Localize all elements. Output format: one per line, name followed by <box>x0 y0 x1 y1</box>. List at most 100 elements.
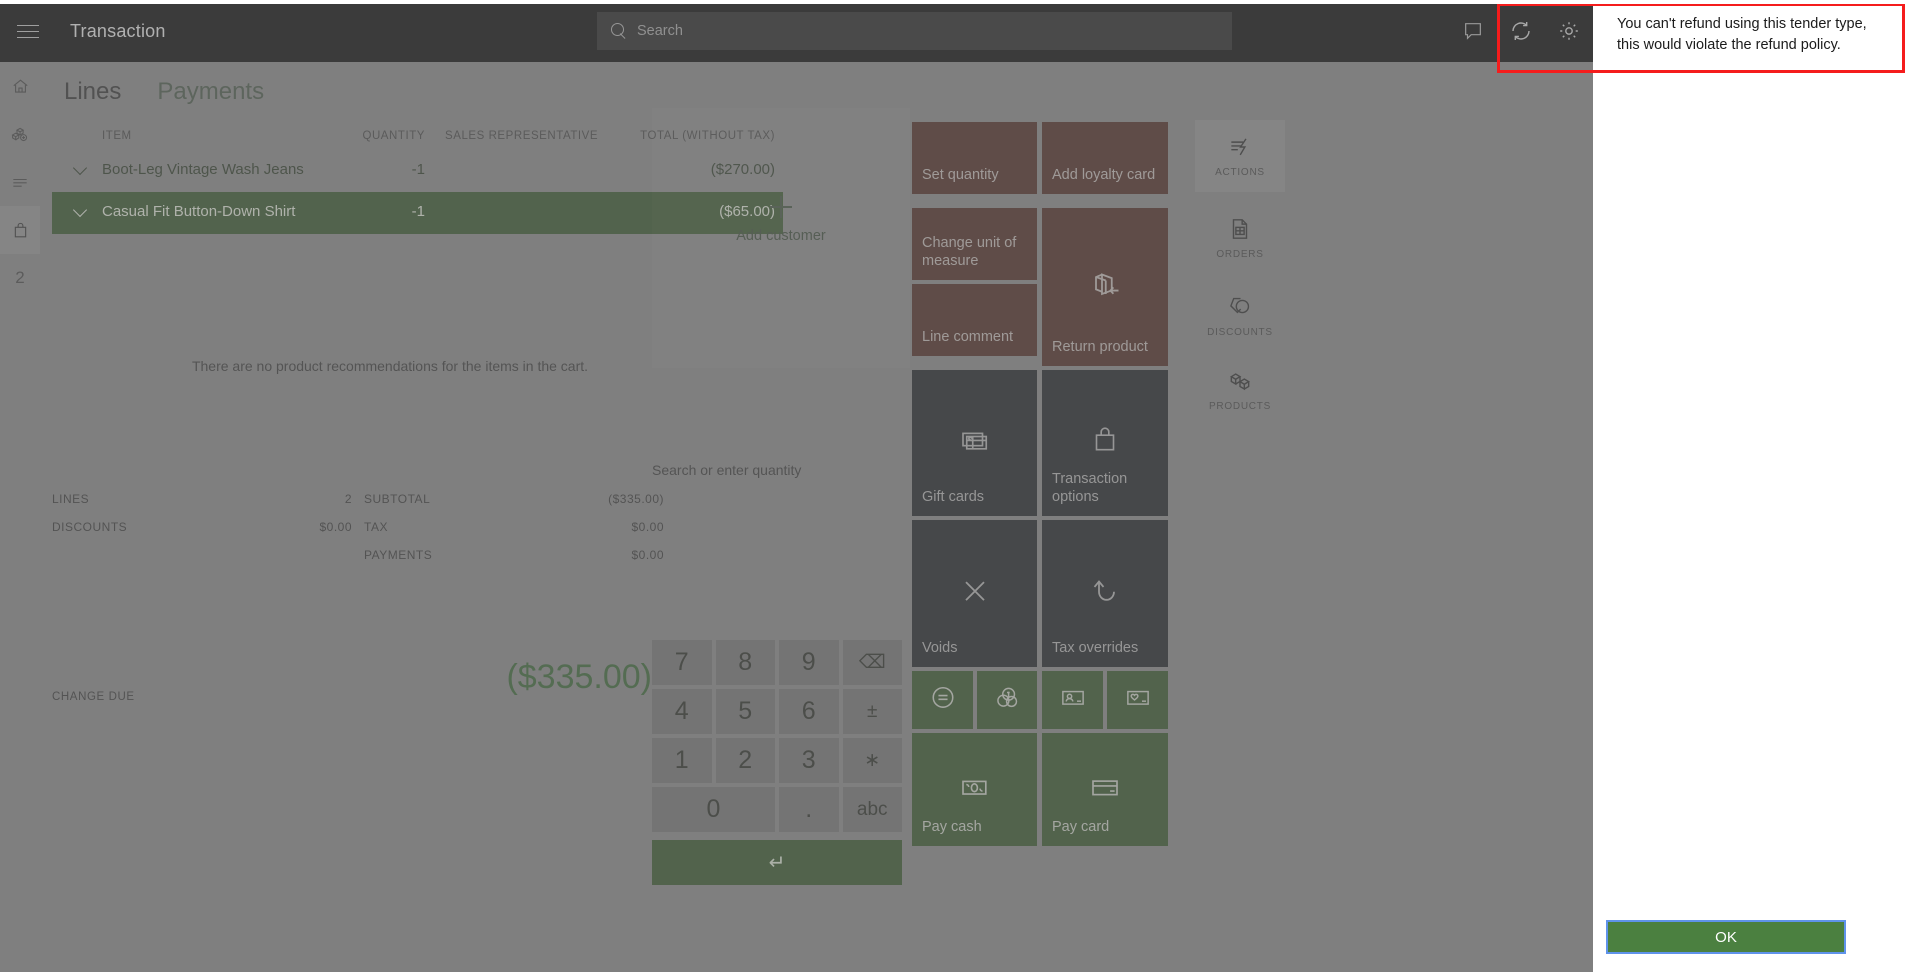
gift-card-heart-icon <box>1107 681 1168 713</box>
search-icon <box>611 23 627 39</box>
refund-policy-dialog: You can't refund using this tender type,… <box>1593 0 1910 972</box>
totals-subtotal-value: ($335.00) <box>608 492 664 506</box>
tile-add-loyalty-card[interactable]: Add loyalty card <box>1042 122 1168 194</box>
tile-label: Return product <box>1052 338 1148 355</box>
tile-change-unit-of-measure[interactable]: Change unit of measure <box>912 208 1037 280</box>
totals-subtotal-label: SUBTOTAL <box>364 492 431 506</box>
list-lines-icon <box>13 178 27 187</box>
tile-label: Gift cards <box>922 488 985 505</box>
key-7[interactable]: 7 <box>652 640 712 685</box>
tile-tax-overrides[interactable]: Tax overrides <box>1042 520 1168 667</box>
chevron-down-icon[interactable] <box>75 163 88 171</box>
tile-label: Tax overrides <box>1052 639 1139 656</box>
sidebar-item-home[interactable] <box>0 62 40 110</box>
home-icon <box>12 78 28 93</box>
rail-item-orders[interactable]: ORDERS <box>1195 202 1285 274</box>
topbar-icon-group <box>1449 0 1593 62</box>
column-header-item: ITEM <box>102 130 132 142</box>
key-6[interactable]: 6 <box>779 689 839 734</box>
feedback-icon[interactable] <box>1449 0 1497 62</box>
tile-id-card[interactable] <box>1042 671 1103 729</box>
tile-label: Transaction options <box>1052 470 1128 505</box>
tile-pay-card[interactable]: Pay card <box>1042 733 1168 846</box>
rail-item-products[interactable]: PRODUCTS <box>1195 354 1285 426</box>
actions-lightning-icon <box>1231 138 1247 156</box>
line-item-quantity: -1 <box>411 202 425 220</box>
key-2[interactable]: 2 <box>715 738 775 783</box>
tile-transaction-options[interactable]: Transaction options <box>1042 370 1168 516</box>
key-0[interactable]: 0 <box>652 787 775 832</box>
tab-payments[interactable]: Payments <box>151 74 270 110</box>
quantity-search-input[interactable]: Search or enter quantity <box>652 462 910 478</box>
tile-set-quantity[interactable]: Set quantity <box>912 122 1037 194</box>
rail-item-label: PRODUCTS <box>1208 401 1272 412</box>
no-recommendations-message: There are no product recommendations for… <box>191 358 589 374</box>
close-x-icon <box>912 573 1037 609</box>
add-customer-label: Add customer <box>736 228 826 244</box>
undo-arrow-icon <box>1042 573 1168 609</box>
asterisk-key[interactable]: ∗ <box>842 738 902 783</box>
window-chrome-strip <box>0 0 1910 4</box>
right-action-rail: ACTIONS ORDERS DISCOUNTS PRODUCTS <box>1195 62 1285 972</box>
rail-item-discounts[interactable]: DISCOUNTS <box>1195 280 1285 352</box>
equals-circle-icon <box>912 681 973 713</box>
tile-voids[interactable]: Voids <box>912 520 1037 667</box>
key-9[interactable]: 9 <box>779 640 839 685</box>
sidebar-item-inventory[interactable] <box>0 110 40 158</box>
tile-label: Pay card <box>1052 818 1110 835</box>
left-navigation-rail: 2 <box>0 62 40 972</box>
tile-label: Add loyalty card <box>1052 166 1156 183</box>
plus-minus-key[interactable]: ± <box>842 689 902 734</box>
key-5[interactable]: 5 <box>715 689 775 734</box>
key-8[interactable]: 8 <box>715 640 775 685</box>
page-title: Transaction <box>70 20 166 41</box>
products-cubes-icon <box>1229 373 1251 391</box>
sidebar-item-lines[interactable] <box>0 158 40 206</box>
numeric-keypad: 7 8 9 ⌫ 4 5 6 ± 1 2 3 ∗ 0 . abc ↵ <box>652 640 902 885</box>
tile-label: Voids <box>922 639 958 656</box>
tile-line-comment[interactable]: Line comment <box>912 284 1037 356</box>
key-3[interactable]: 3 <box>779 738 839 783</box>
tile-currency-coins[interactable] <box>977 671 1037 729</box>
backspace-icon[interactable]: ⌫ <box>842 640 902 685</box>
shopping-bag-icon <box>1042 423 1168 457</box>
totals-discounts-label: DISCOUNTS <box>52 520 128 534</box>
cash-bill-icon <box>912 769 1037 805</box>
enter-key[interactable]: ↵ <box>652 840 902 885</box>
tile-equals-circle[interactable] <box>912 671 973 729</box>
cart-badge-count: 2 <box>15 268 25 287</box>
key-decimal[interactable]: . <box>779 787 839 832</box>
tile-label: Set quantity <box>922 166 999 183</box>
sync-icon[interactable] <box>1497 0 1545 62</box>
column-header-sales-rep: SALES REPRESENTATIVE <box>445 130 599 142</box>
tile-pay-cash[interactable]: Pay cash <box>912 733 1037 846</box>
hamburger-menu-icon[interactable] <box>6 24 50 38</box>
sidebar-item-cart[interactable] <box>0 206 40 254</box>
totals-tax-label: TAX <box>364 520 388 534</box>
totals-tax-value: $0.00 <box>631 520 664 534</box>
tile-gift-cards[interactable]: Gift cards <box>912 370 1037 516</box>
column-header-quantity: QUANTITY <box>362 130 425 142</box>
settings-gear-icon[interactable] <box>1545 0 1593 62</box>
line-item-name: Boot-Leg Vintage Wash Jeans <box>102 161 304 178</box>
key-1[interactable]: 1 <box>652 738 712 783</box>
inventory-boxes-icon <box>11 127 27 141</box>
ok-button[interactable]: OK <box>1606 920 1846 954</box>
rail-item-label: ORDERS <box>1216 249 1264 260</box>
chevron-down-icon[interactable] <box>75 205 88 213</box>
rail-item-label: DISCOUNTS <box>1207 327 1273 338</box>
tile-gift-card-heart[interactable] <box>1107 671 1168 729</box>
totals-discounts-value: $0.00 <box>319 520 352 534</box>
plus-icon <box>770 196 792 218</box>
tile-return-product[interactable]: Return product <box>1042 208 1168 366</box>
rail-item-actions[interactable]: ACTIONS <box>1195 120 1285 192</box>
tab-lines[interactable]: Lines <box>58 74 127 110</box>
abc-key[interactable]: abc <box>842 787 902 832</box>
key-4[interactable]: 4 <box>652 689 712 734</box>
add-customer-button[interactable]: Add customer <box>652 108 910 368</box>
totals-payments-value: $0.00 <box>631 548 664 562</box>
top-app-bar: Transaction Search <box>0 0 1593 62</box>
id-card-icon <box>1042 681 1103 713</box>
shopping-bag-icon <box>14 222 26 237</box>
search-input[interactable]: Search <box>597 12 1232 50</box>
